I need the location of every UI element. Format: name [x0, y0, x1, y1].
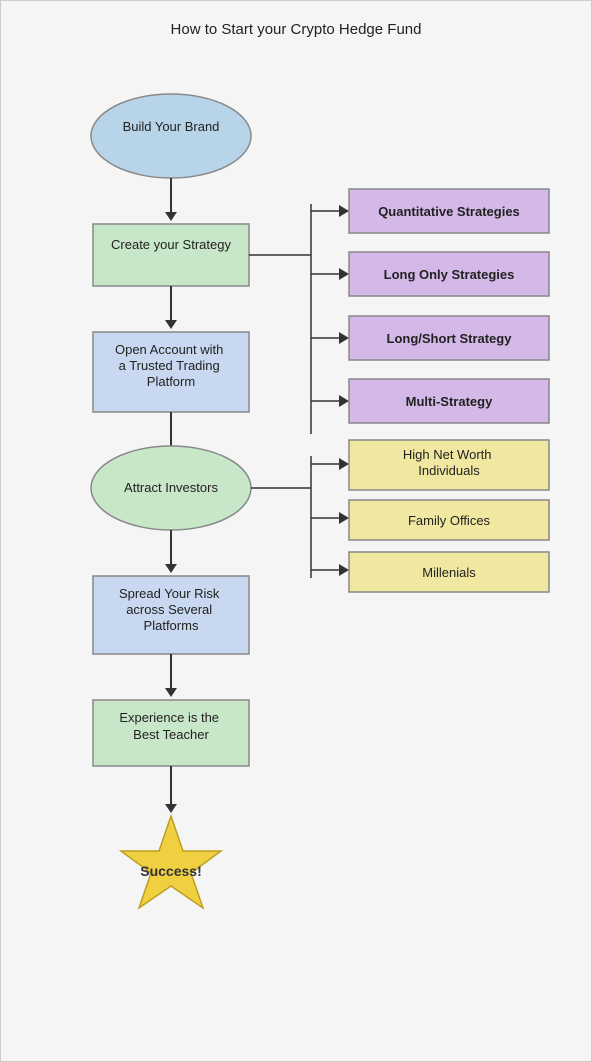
arrowhead-long-short — [339, 332, 349, 344]
arrowhead-strategy-account — [165, 320, 177, 329]
quant-label: Quantitative Strategies — [378, 204, 520, 219]
arrowhead-millenials — [339, 564, 349, 576]
arrowhead-quant — [339, 205, 349, 217]
build-brand-node — [91, 94, 251, 178]
arrowhead-brand-strategy — [165, 212, 177, 221]
diagram-container: How to Start your Crypto Hedge Fund Buil… — [0, 0, 592, 1062]
arrowhead-spread-experience — [165, 688, 177, 697]
long-short-label: Long/Short Strategy — [387, 331, 513, 346]
arrowhead-multi — [339, 395, 349, 407]
build-brand-label: Build Your Brand — [123, 119, 220, 134]
family-label: Family Offices — [408, 513, 491, 528]
arrowhead-family — [339, 512, 349, 524]
strategy-node — [93, 224, 249, 286]
arrowhead-long-only — [339, 268, 349, 280]
success-label: Success! — [140, 863, 201, 879]
strategy-label: Create your Strategy — [111, 237, 231, 252]
multi-label: Multi-Strategy — [406, 394, 493, 409]
flow-diagram: Build Your Brand Create your Strategy Op… — [11, 56, 583, 1036]
success-star — [121, 816, 221, 908]
long-only-label: Long Only Strategies — [384, 267, 515, 282]
investors-label: Attract Investors — [124, 480, 218, 495]
diagram-title: How to Start your Crypto Hedge Fund — [11, 21, 581, 38]
millenials-label: Millenials — [422, 565, 476, 580]
arrowhead-investors-spread — [165, 564, 177, 573]
arrowhead-experience-star — [165, 804, 177, 813]
arrowhead-hnwi — [339, 458, 349, 470]
